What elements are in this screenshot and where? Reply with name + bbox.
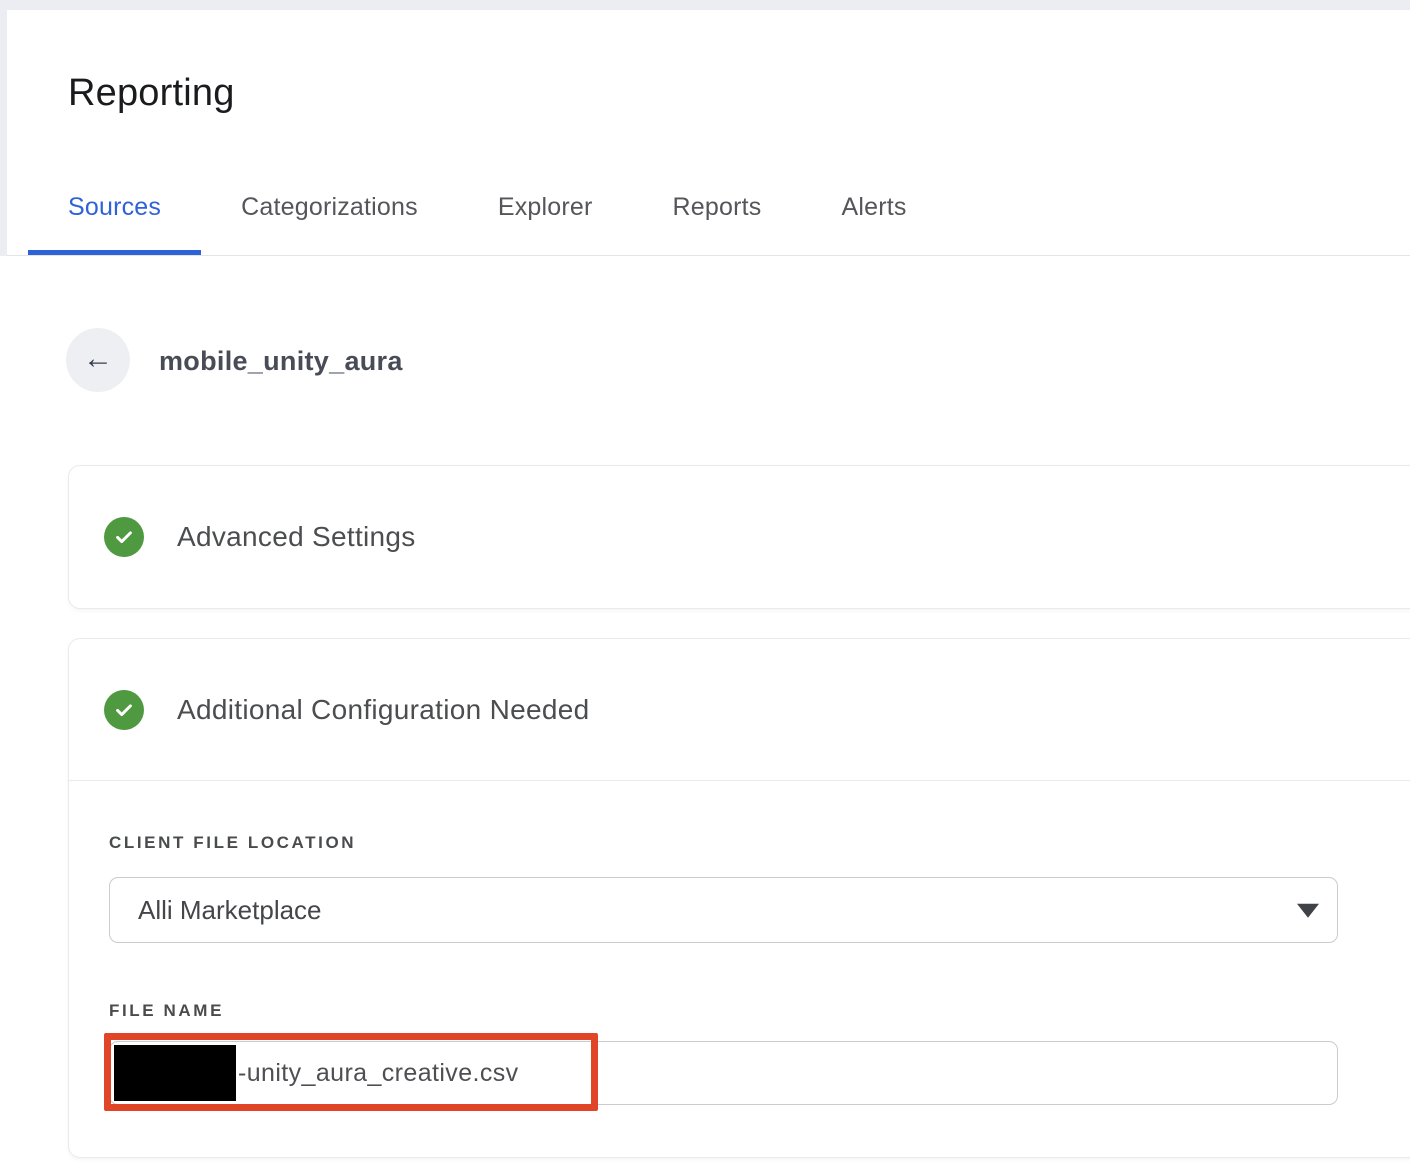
section-title: Advanced Settings (177, 521, 416, 553)
checkmark-glyph (113, 526, 135, 548)
tab-categorizations[interactable]: Categorizations (201, 165, 458, 255)
reporting-panel: Reporting Sources Categorizations Explor… (7, 10, 1410, 1164)
check-icon (104, 690, 144, 730)
tab-explorer[interactable]: Explorer (458, 165, 633, 255)
advanced-settings-header[interactable]: Advanced Settings (69, 466, 1410, 608)
redaction-block (114, 1045, 236, 1101)
screen: Reporting Sources Categorizations Explor… (0, 0, 1410, 1164)
chevron-down-icon (1297, 904, 1319, 918)
client-file-location-select[interactable]: Alli Marketplace (109, 877, 1338, 943)
advanced-settings-card: Advanced Settings (68, 465, 1410, 609)
tab-reports[interactable]: Reports (633, 165, 802, 255)
file-name-value: -unity_aura_creative.csv (238, 1059, 519, 1088)
tab-alerts[interactable]: Alerts (801, 165, 946, 255)
source-name-title: mobile_unity_aura (159, 346, 403, 377)
checkmark-glyph (113, 699, 135, 721)
back-button[interactable]: ← (66, 328, 130, 392)
additional-configuration-header[interactable]: Additional Configuration Needed (69, 639, 1410, 781)
section-title: Additional Configuration Needed (177, 694, 589, 726)
window-top-edge (0, 0, 1410, 10)
file-name-input[interactable]: -unity_aura_creative.csv (109, 1041, 1338, 1105)
check-icon (104, 517, 144, 557)
tabbar-divider (7, 255, 1410, 256)
client-file-location-value: Alli Marketplace (138, 895, 322, 926)
file-name-label: FILE NAME (109, 1001, 1410, 1021)
window-left-edge (0, 10, 7, 256)
additional-configuration-card: Additional Configuration Needed CLIENT F… (68, 638, 1410, 1158)
client-file-location-label: CLIENT FILE LOCATION (109, 833, 1410, 853)
file-name-field-wrap: -unity_aura_creative.csv (109, 1041, 1338, 1105)
configuration-form: CLIENT FILE LOCATION Alli Marketplace FI… (69, 833, 1410, 1105)
back-arrow-icon: ← (83, 344, 113, 374)
reporting-tabs: Sources Categorizations Explorer Reports… (28, 165, 947, 255)
page-title: Reporting (68, 72, 235, 115)
tab-sources[interactable]: Sources (28, 165, 201, 255)
